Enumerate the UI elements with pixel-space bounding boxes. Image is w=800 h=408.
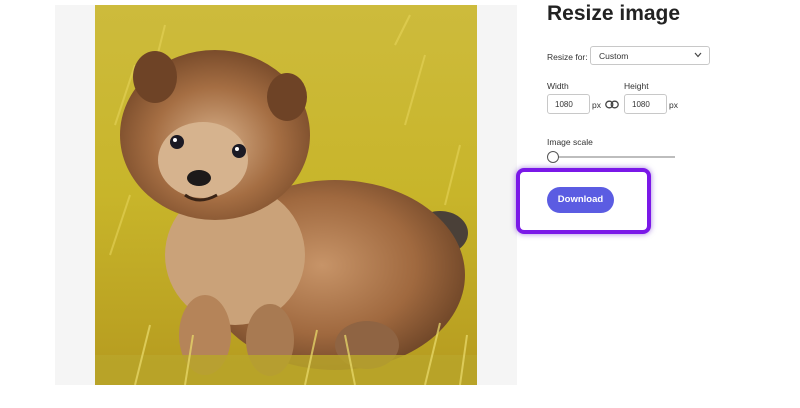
link-icon[interactable] xyxy=(605,100,619,109)
image-scale-slider[interactable] xyxy=(551,156,675,158)
image-scale-slider-thumb[interactable] xyxy=(547,151,559,163)
width-unit: px xyxy=(592,100,601,110)
resize-for-select[interactable]: Custom xyxy=(590,46,710,65)
puppy-photo xyxy=(95,5,477,385)
height-unit: px xyxy=(669,100,678,110)
resize-for-label: Resize for: xyxy=(547,52,588,62)
width-input[interactable]: 1080 xyxy=(547,94,590,114)
height-input[interactable]: 1080 xyxy=(624,94,667,114)
height-label: Height xyxy=(624,81,649,91)
width-label: Width xyxy=(547,81,569,91)
chevron-down-icon xyxy=(694,52,702,58)
download-button[interactable]: Download xyxy=(547,187,614,213)
image-scale-label: Image scale xyxy=(547,137,593,147)
resize-image-page: Resize image Resize for: Custom Width He… xyxy=(0,0,800,408)
resize-for-value: Custom xyxy=(599,51,629,61)
page-title: Resize image xyxy=(547,2,681,25)
image-preview-panel xyxy=(55,5,517,385)
